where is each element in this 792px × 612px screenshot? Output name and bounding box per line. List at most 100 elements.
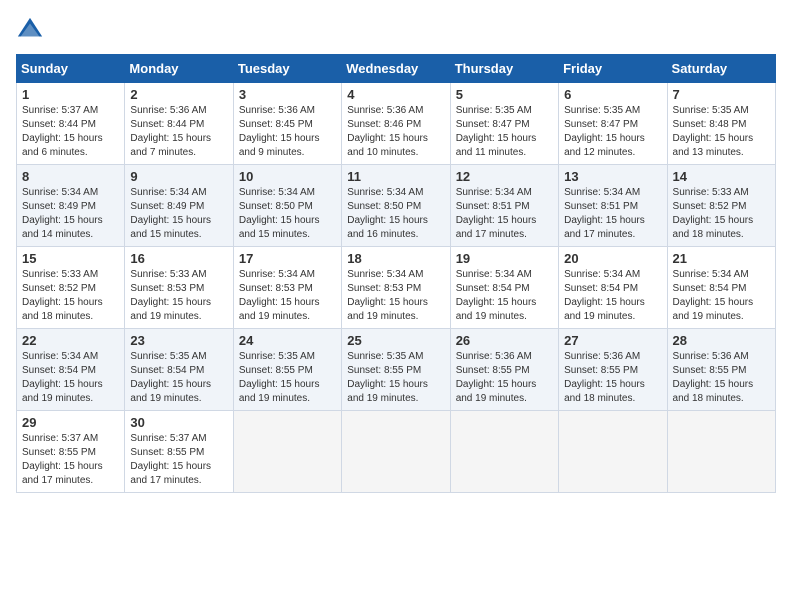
day-number: 15: [22, 251, 119, 266]
day-number: 11: [347, 169, 444, 184]
calendar-cell: [342, 411, 450, 493]
calendar-cell: 22 Sunrise: 5:34 AMSunset: 8:54 PMDayligh…: [17, 329, 125, 411]
calendar-week-row: 29 Sunrise: 5:37 AMSunset: 8:55 PMDayligh…: [17, 411, 776, 493]
day-number: 8: [22, 169, 119, 184]
day-number: 16: [130, 251, 227, 266]
calendar-week-row: 22 Sunrise: 5:34 AMSunset: 8:54 PMDayligh…: [17, 329, 776, 411]
day-number: 26: [456, 333, 553, 348]
cell-details: Sunrise: 5:33 AMSunset: 8:52 PMDaylight:…: [673, 187, 754, 240]
header-day-saturday: Saturday: [667, 55, 775, 83]
calendar-cell: 3 Sunrise: 5:36 AMSunset: 8:45 PMDaylight…: [233, 83, 341, 165]
cell-details: Sunrise: 5:35 AMSunset: 8:47 PMDaylight:…: [456, 105, 537, 158]
day-number: 22: [22, 333, 119, 348]
header: [16, 16, 776, 44]
cell-details: Sunrise: 5:36 AMSunset: 8:55 PMDaylight:…: [564, 351, 645, 404]
calendar-cell: 11 Sunrise: 5:34 AMSunset: 8:50 PMDayligh…: [342, 165, 450, 247]
calendar-body: 1 Sunrise: 5:37 AMSunset: 8:44 PMDaylight…: [17, 83, 776, 493]
cell-details: Sunrise: 5:36 AMSunset: 8:45 PMDaylight:…: [239, 105, 320, 158]
calendar-cell: 23 Sunrise: 5:35 AMSunset: 8:54 PMDayligh…: [125, 329, 233, 411]
day-number: 25: [347, 333, 444, 348]
day-number: 4: [347, 87, 444, 102]
cell-details: Sunrise: 5:34 AMSunset: 8:54 PMDaylight:…: [22, 351, 103, 404]
header-day-wednesday: Wednesday: [342, 55, 450, 83]
day-number: 14: [673, 169, 770, 184]
calendar-header: SundayMondayTuesdayWednesdayThursdayFrid…: [17, 55, 776, 83]
calendar-cell: 20 Sunrise: 5:34 AMSunset: 8:54 PMDayligh…: [559, 247, 667, 329]
cell-details: Sunrise: 5:34 AMSunset: 8:54 PMDaylight:…: [456, 269, 537, 322]
cell-details: Sunrise: 5:34 AMSunset: 8:53 PMDaylight:…: [347, 269, 428, 322]
header-day-tuesday: Tuesday: [233, 55, 341, 83]
calendar-week-row: 15 Sunrise: 5:33 AMSunset: 8:52 PMDayligh…: [17, 247, 776, 329]
day-number: 13: [564, 169, 661, 184]
day-number: 27: [564, 333, 661, 348]
cell-details: Sunrise: 5:35 AMSunset: 8:55 PMDaylight:…: [347, 351, 428, 404]
day-number: 12: [456, 169, 553, 184]
header-day-thursday: Thursday: [450, 55, 558, 83]
cell-details: Sunrise: 5:35 AMSunset: 8:48 PMDaylight:…: [673, 105, 754, 158]
calendar-cell: [450, 411, 558, 493]
logo: [16, 16, 48, 44]
calendar-table: SundayMondayTuesdayWednesdayThursdayFrid…: [16, 54, 776, 493]
calendar-cell: [233, 411, 341, 493]
calendar-cell: 26 Sunrise: 5:36 AMSunset: 8:55 PMDayligh…: [450, 329, 558, 411]
cell-details: Sunrise: 5:33 AMSunset: 8:52 PMDaylight:…: [22, 269, 103, 322]
header-day-sunday: Sunday: [17, 55, 125, 83]
day-number: 20: [564, 251, 661, 266]
calendar-cell: 7 Sunrise: 5:35 AMSunset: 8:48 PMDaylight…: [667, 83, 775, 165]
cell-details: Sunrise: 5:35 AMSunset: 8:54 PMDaylight:…: [130, 351, 211, 404]
cell-details: Sunrise: 5:37 AMSunset: 8:55 PMDaylight:…: [130, 433, 211, 486]
calendar-week-row: 8 Sunrise: 5:34 AMSunset: 8:49 PMDaylight…: [17, 165, 776, 247]
cell-details: Sunrise: 5:34 AMSunset: 8:50 PMDaylight:…: [239, 187, 320, 240]
calendar-cell: 1 Sunrise: 5:37 AMSunset: 8:44 PMDaylight…: [17, 83, 125, 165]
cell-details: Sunrise: 5:35 AMSunset: 8:55 PMDaylight:…: [239, 351, 320, 404]
calendar-cell: [667, 411, 775, 493]
calendar-cell: 24 Sunrise: 5:35 AMSunset: 8:55 PMDayligh…: [233, 329, 341, 411]
calendar-cell: 14 Sunrise: 5:33 AMSunset: 8:52 PMDayligh…: [667, 165, 775, 247]
calendar-cell: 18 Sunrise: 5:34 AMSunset: 8:53 PMDayligh…: [342, 247, 450, 329]
header-row: SundayMondayTuesdayWednesdayThursdayFrid…: [17, 55, 776, 83]
cell-details: Sunrise: 5:35 AMSunset: 8:47 PMDaylight:…: [564, 105, 645, 158]
cell-details: Sunrise: 5:37 AMSunset: 8:55 PMDaylight:…: [22, 433, 103, 486]
day-number: 21: [673, 251, 770, 266]
day-number: 1: [22, 87, 119, 102]
calendar-cell: 21 Sunrise: 5:34 AMSunset: 8:54 PMDayligh…: [667, 247, 775, 329]
calendar-cell: [559, 411, 667, 493]
day-number: 29: [22, 415, 119, 430]
day-number: 9: [130, 169, 227, 184]
calendar-cell: 9Sunrise: 5:34 AMSunset: 8:49 PMDaylight…: [125, 165, 233, 247]
day-number: 10: [239, 169, 336, 184]
calendar-cell: 15 Sunrise: 5:33 AMSunset: 8:52 PMDayligh…: [17, 247, 125, 329]
cell-details: Sunrise: 5:36 AMSunset: 8:55 PMDaylight:…: [673, 351, 754, 404]
calendar-cell: 2Sunrise: 5:36 AMSunset: 8:44 PMDaylight…: [125, 83, 233, 165]
cell-details: Sunrise: 5:34 AMSunset: 8:53 PMDaylight:…: [239, 269, 320, 322]
cell-details: Sunrise: 5:34 AMSunset: 8:54 PMDaylight:…: [564, 269, 645, 322]
cell-details: Sunrise: 5:36 AMSunset: 8:55 PMDaylight:…: [456, 351, 537, 404]
cell-details: Sunrise: 5:34 AMSunset: 8:49 PMDaylight:…: [22, 187, 103, 240]
cell-details: Sunrise: 5:34 AMSunset: 8:51 PMDaylight:…: [456, 187, 537, 240]
calendar-cell: 13 Sunrise: 5:34 AMSunset: 8:51 PMDayligh…: [559, 165, 667, 247]
calendar-week-row: 1 Sunrise: 5:37 AMSunset: 8:44 PMDaylight…: [17, 83, 776, 165]
calendar-cell: 25 Sunrise: 5:35 AMSunset: 8:55 PMDayligh…: [342, 329, 450, 411]
calendar-cell: 8 Sunrise: 5:34 AMSunset: 8:49 PMDaylight…: [17, 165, 125, 247]
day-number: 6: [564, 87, 661, 102]
cell-details: Sunrise: 5:34 AMSunset: 8:51 PMDaylight:…: [564, 187, 645, 240]
cell-details: Sunrise: 5:37 AMSunset: 8:44 PMDaylight:…: [22, 105, 103, 158]
calendar-cell: 6 Sunrise: 5:35 AMSunset: 8:47 PMDaylight…: [559, 83, 667, 165]
cell-details: Sunrise: 5:34 AMSunset: 8:50 PMDaylight:…: [347, 187, 428, 240]
calendar-cell: 12 Sunrise: 5:34 AMSunset: 8:51 PMDayligh…: [450, 165, 558, 247]
calendar-cell: 19Sunrise: 5:34 AMSunset: 8:54 PMDayligh…: [450, 247, 558, 329]
day-number: 18: [347, 251, 444, 266]
header-day-monday: Monday: [125, 55, 233, 83]
calendar-cell: 10 Sunrise: 5:34 AMSunset: 8:50 PMDayligh…: [233, 165, 341, 247]
cell-details: Sunrise: 5:36 AMSunset: 8:44 PMDaylight:…: [130, 105, 211, 158]
day-number: 7: [673, 87, 770, 102]
calendar-cell: 28Sunrise: 5:36 AMSunset: 8:55 PMDayligh…: [667, 329, 775, 411]
calendar-cell: 29 Sunrise: 5:37 AMSunset: 8:55 PMDayligh…: [17, 411, 125, 493]
calendar-cell: 27 Sunrise: 5:36 AMSunset: 8:55 PMDayligh…: [559, 329, 667, 411]
day-number: 17: [239, 251, 336, 266]
day-number: 5: [456, 87, 553, 102]
day-number: 24: [239, 333, 336, 348]
day-number: 3: [239, 87, 336, 102]
cell-details: Sunrise: 5:34 AMSunset: 8:54 PMDaylight:…: [673, 269, 754, 322]
day-number: 23: [130, 333, 227, 348]
